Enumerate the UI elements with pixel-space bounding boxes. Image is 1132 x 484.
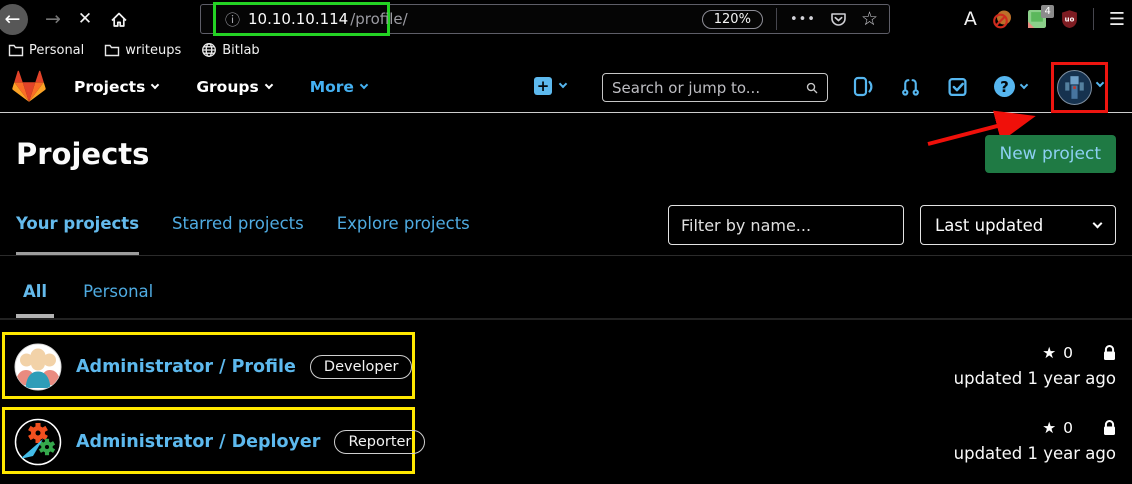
- folder-icon: [104, 43, 120, 58]
- bookmark-label: Personal: [29, 43, 84, 58]
- extension-blocked-icon[interactable]: [992, 9, 1013, 29]
- nav-more-menu[interactable]: More: [310, 78, 367, 96]
- home-icon: [109, 10, 129, 29]
- bookmark-label: writeups: [125, 43, 181, 58]
- menu-hamburger-icon[interactable]: ☰: [1109, 9, 1125, 30]
- project-row-profile[interactable]: Administrator / Profile Developer ★ 0 up…: [0, 331, 1132, 404]
- chevron-down-icon: [1093, 218, 1103, 228]
- stop-icon: ✕: [78, 9, 92, 29]
- new-dropdown-button[interactable]: +: [534, 77, 566, 95]
- ublock-label: uo: [1065, 16, 1075, 24]
- chevron-down-icon: [264, 81, 272, 89]
- url-path: /profile/: [350, 10, 408, 28]
- nav-menu-label: More: [310, 78, 354, 96]
- project-name-link[interactable]: Administrator / Deployer: [76, 432, 320, 452]
- url-bar[interactable]: ⓘ 10.10.10.114 /profile/ 120% ••• ☆: [200, 4, 890, 34]
- extension-badge: 4: [1041, 5, 1053, 18]
- toolbar-separator: [1093, 8, 1094, 30]
- tab-explore-projects[interactable]: Explore projects: [337, 195, 470, 255]
- forward-icon: →: [45, 8, 61, 30]
- gitlab-navbar: Projects Groups More + ?: [0, 62, 1132, 113]
- stop-button[interactable]: ✕: [78, 9, 92, 29]
- todos-icon[interactable]: [947, 76, 968, 97]
- project-name-link[interactable]: Administrator / Profile: [76, 357, 296, 377]
- folder-icon: [8, 43, 24, 58]
- last-updated-text: updated 1 year ago: [954, 444, 1116, 463]
- plus-icon: +: [534, 77, 552, 95]
- nav-menu-label: Projects: [74, 78, 145, 96]
- site-info-icon[interactable]: ⓘ: [225, 9, 240, 30]
- chevron-down-icon: [360, 81, 368, 89]
- tab-starred-projects[interactable]: Starred projects: [172, 195, 304, 255]
- url-host: 10.10.10.114: [248, 10, 348, 28]
- bookmark-folder-writeups[interactable]: writeups: [104, 43, 181, 58]
- ublock-icon[interactable]: uo: [1061, 10, 1078, 28]
- scope-tab-bar: All Personal: [0, 256, 1132, 320]
- sort-dropdown[interactable]: Last updated: [920, 205, 1116, 245]
- help-icon: ?: [994, 76, 1015, 97]
- toolbar-separator: [776, 8, 777, 30]
- browser-toolbar: ← → ✕ ⓘ 10.10.10.114 /profile/ 120% ••• …: [0, 0, 1132, 38]
- projects-list: Administrator / Profile Developer ★ 0 up…: [0, 320, 1132, 479]
- sort-selected-value: Last updated: [935, 216, 1043, 235]
- back-button[interactable]: ←: [0, 4, 28, 35]
- star-count: ★ 0: [1042, 419, 1073, 437]
- forward-button[interactable]: →: [45, 8, 61, 30]
- last-updated-text: updated 1 year ago: [954, 369, 1116, 388]
- bookmark-bitlab[interactable]: Bitlab: [201, 42, 259, 58]
- zoom-level-badge[interactable]: 120%: [702, 10, 763, 29]
- subtab-personal[interactable]: Personal: [76, 282, 160, 318]
- new-project-button[interactable]: New project: [985, 135, 1117, 173]
- role-badge: Developer: [310, 355, 413, 379]
- merge-requests-icon[interactable]: [900, 76, 921, 97]
- star-icon: ★: [1042, 344, 1056, 362]
- page-title: Projects: [16, 137, 149, 171]
- project-avatar-deployer: [14, 418, 62, 466]
- star-count-value: 0: [1063, 419, 1073, 437]
- home-button[interactable]: [109, 10, 129, 29]
- bookmark-folder-personal[interactable]: Personal: [8, 43, 84, 58]
- search-input[interactable]: [612, 79, 806, 97]
- gitlab-logo[interactable]: [12, 70, 46, 107]
- star-count: ★ 0: [1042, 344, 1073, 362]
- extension-container-icon[interactable]: 4: [1028, 10, 1046, 28]
- chevron-down-icon: [1020, 80, 1028, 88]
- bookmark-star-icon[interactable]: ☆: [861, 10, 878, 29]
- nav-menu-label: Groups: [196, 78, 258, 96]
- global-search-box[interactable]: [602, 73, 828, 102]
- page-actions-button[interactable]: •••: [790, 12, 816, 27]
- issues-icon[interactable]: [852, 76, 874, 97]
- private-lock-icon: [1103, 420, 1116, 436]
- back-icon: ←: [5, 8, 21, 30]
- pocket-icon[interactable]: [829, 10, 848, 29]
- filter-by-name-input[interactable]: [668, 205, 904, 245]
- star-count-value: 0: [1063, 344, 1073, 362]
- project-row-deployer[interactable]: Administrator / Deployer Reporter ★ 0 up…: [0, 406, 1132, 479]
- search-icon: [806, 80, 818, 96]
- tab-your-projects[interactable]: Your projects: [16, 195, 139, 255]
- globe-icon: [201, 42, 217, 58]
- main-content: Projects New project Your projects Starr…: [0, 113, 1132, 481]
- help-menu[interactable]: ?: [994, 76, 1027, 97]
- avatar-highlight-box: [1051, 62, 1108, 113]
- gitlab-tanuki-icon: [12, 70, 46, 103]
- url-highlight-box: ⓘ 10.10.10.114 /profile/: [213, 2, 390, 36]
- nav-projects-menu[interactable]: Projects: [74, 78, 158, 96]
- subtab-all[interactable]: All: [16, 282, 54, 318]
- chevron-down-icon: [559, 80, 567, 88]
- private-lock-icon: [1103, 345, 1116, 361]
- bookmarks-bar: Personal writeups Bitlab: [0, 38, 1132, 62]
- project-avatar-profile: [14, 343, 62, 391]
- chevron-down-icon: [151, 81, 159, 89]
- bookmark-label: Bitlab: [222, 43, 259, 58]
- projects-tab-bar: Your projects Starred projects Explore p…: [0, 195, 1132, 256]
- star-icon: ★: [1042, 419, 1056, 437]
- nav-groups-menu[interactable]: Groups: [196, 78, 271, 96]
- role-badge: Reporter: [334, 430, 425, 454]
- extension-a-icon[interactable]: A: [964, 8, 977, 30]
